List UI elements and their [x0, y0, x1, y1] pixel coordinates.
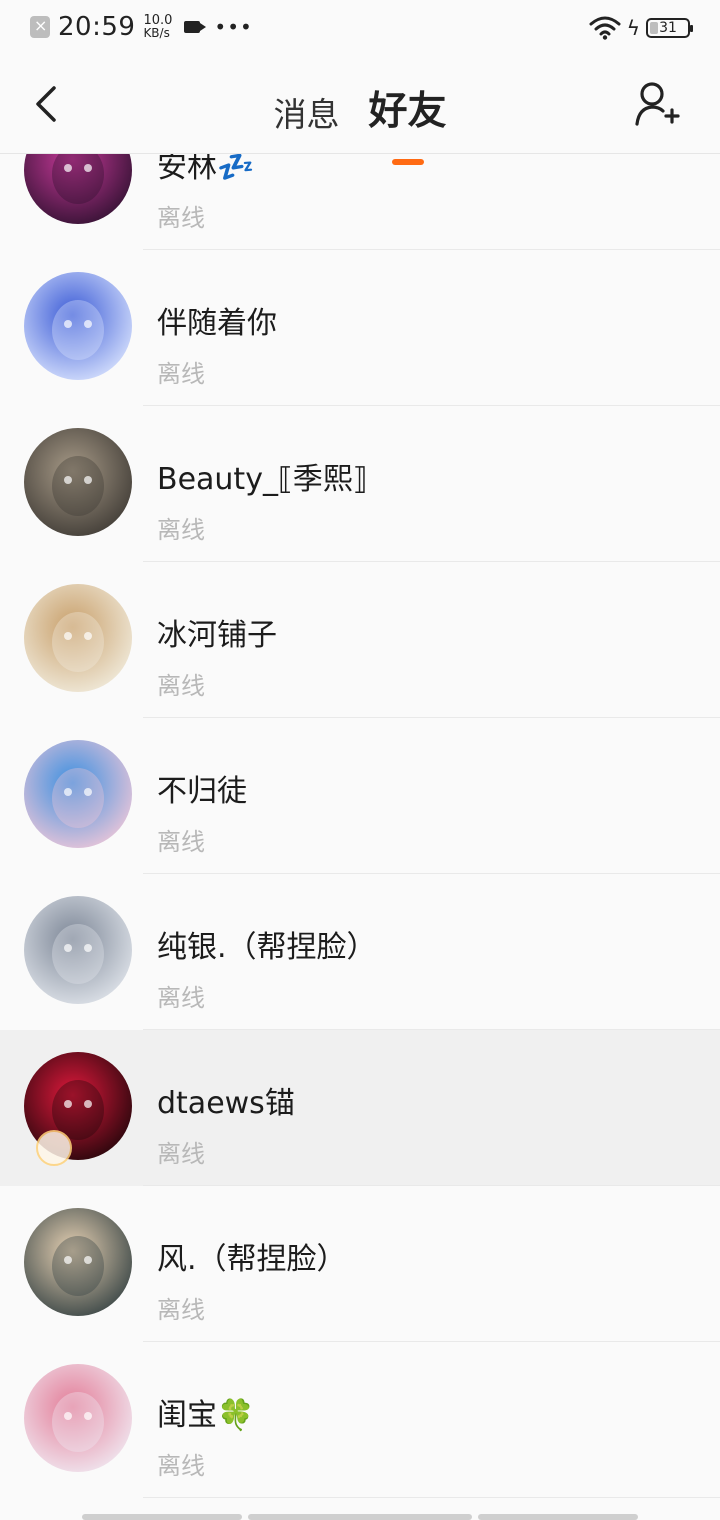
- video-camera-icon: [184, 21, 207, 33]
- friend-name: 伴随着你: [157, 306, 277, 341]
- friend-name: 风.（帮捏脸）: [157, 1242, 347, 1277]
- tab-friends-label: 好友: [368, 89, 447, 134]
- friend-list[interactable]: 安林💤 离线 伴随着你 离线 Beauty_⟦季熙⟧ 离线 冰河铺子 离线 不归徒 离线 纯银.（帮…: [0, 154, 720, 1510]
- friend-name: 纯银.（帮捏脸）: [157, 930, 377, 965]
- friend-name: 不归徒: [157, 774, 247, 809]
- network-speed: 10.0 KB/s: [143, 13, 173, 40]
- more-dots-icon: •••: [214, 15, 253, 39]
- friend-name: 冰河铺子: [157, 618, 277, 653]
- friend-name: 闺宝🍀: [157, 1398, 255, 1433]
- friend-avatar[interactable]: [24, 1208, 132, 1316]
- friend-status: 离线: [157, 984, 205, 1012]
- battery-level: 31: [659, 20, 677, 36]
- friend-row[interactable]: 冰河铺子 离线: [0, 562, 720, 718]
- status-time: 20:59: [58, 12, 136, 42]
- scroll-indicator-1: [82, 1514, 242, 1520]
- top-nav-bar: 消息 好友: [0, 58, 720, 165]
- friend-row[interactable]: Beauty_⟦季熙⟧ 离线: [0, 406, 720, 562]
- status-bar: 20:59 10.0 KB/s ••• ϟ 31: [0, 0, 720, 58]
- friend-status: 离线: [157, 672, 205, 700]
- friend-name: 安林💤: [157, 154, 255, 185]
- friend-row[interactable]: 不归徒 离线: [0, 718, 720, 874]
- avatar-frame-badge: [36, 1130, 72, 1166]
- friend-name: dtaews锚: [157, 1086, 295, 1121]
- friend-status: 离线: [157, 1140, 205, 1168]
- friend-avatar[interactable]: [24, 740, 132, 848]
- tab-messages[interactable]: 消息: [273, 88, 339, 136]
- friend-avatar[interactable]: [24, 428, 132, 536]
- friend-row[interactable]: 伴随着你 离线: [0, 250, 720, 406]
- friend-row[interactable]: 风.（帮捏脸） 离线: [0, 1186, 720, 1342]
- friend-avatar[interactable]: [24, 154, 132, 224]
- battery-icon: 31: [646, 18, 693, 38]
- wifi-icon: [589, 16, 621, 40]
- friend-status: 离线: [157, 1452, 205, 1480]
- tab-bar: 消息 好友: [0, 80, 720, 165]
- friend-status: 离线: [157, 360, 205, 388]
- friend-avatar[interactable]: [24, 896, 132, 1004]
- scroll-indicator-2: [248, 1514, 472, 1520]
- friend-avatar[interactable]: [24, 272, 132, 380]
- tab-friends[interactable]: 好友: [368, 80, 447, 165]
- friend-avatar[interactable]: [24, 584, 132, 692]
- friend-status: 离线: [157, 828, 205, 856]
- friend-row[interactable]: 闺宝🍀 离线: [0, 1342, 720, 1498]
- charging-icon: ϟ: [626, 16, 640, 40]
- add-friend-icon[interactable]: [634, 80, 680, 128]
- friend-avatar[interactable]: [24, 1364, 132, 1472]
- friend-row[interactable]: 安林💤 离线: [0, 154, 720, 250]
- friend-status: 离线: [157, 516, 205, 544]
- friend-row[interactable]: dtaews锚离线: [0, 1030, 720, 1186]
- scroll-indicator-3: [478, 1514, 638, 1520]
- row-divider: [143, 1497, 720, 1498]
- friend-status: 离线: [157, 204, 205, 232]
- friend-status: 离线: [157, 1296, 205, 1324]
- friend-name: Beauty_⟦季熙⟧: [157, 462, 368, 497]
- notification-icon: [30, 16, 50, 38]
- friend-row[interactable]: 纯银.（帮捏脸） 离线: [0, 874, 720, 1030]
